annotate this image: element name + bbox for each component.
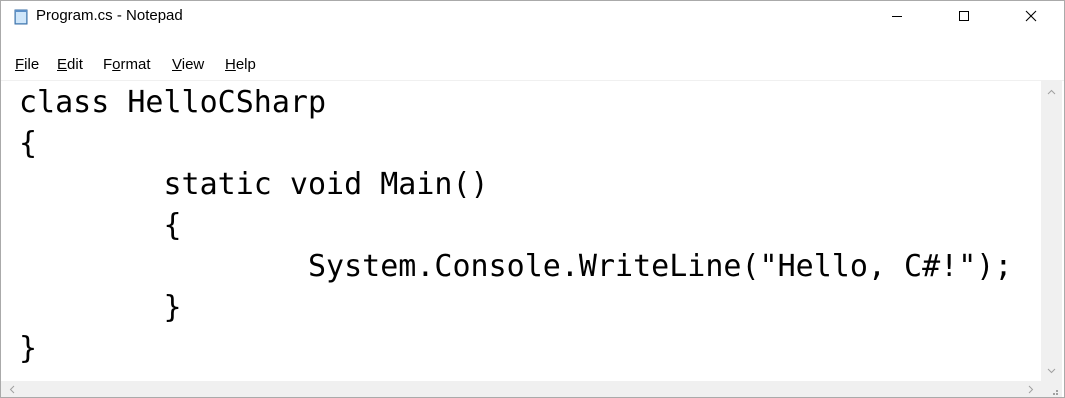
close-icon <box>1025 10 1037 22</box>
scroll-left-icon[interactable] <box>3 381 20 397</box>
maximize-button[interactable] <box>941 1 987 31</box>
notepad-window: Program.cs - Notepad File Edit Format Vi… <box>0 0 1065 398</box>
menu-edit-label: dit <box>67 56 83 73</box>
code-line: static void Main() <box>19 167 489 202</box>
code-line: System.Console.WriteLine("Hello, C#!"); <box>19 249 1013 284</box>
menu-view-accel: V <box>172 56 182 73</box>
size-grip-icon[interactable] <box>1041 381 1062 397</box>
scroll-down-icon[interactable] <box>1041 362 1062 379</box>
menu-edit-accel: E <box>57 56 68 73</box>
vertical-scrollbar[interactable] <box>1041 81 1062 381</box>
menu-edit[interactable]: Edit <box>57 56 83 73</box>
code-line: class HelloCSharp <box>19 85 327 120</box>
menu-format-label: rmat <box>120 56 151 73</box>
close-button[interactable] <box>1008 1 1054 31</box>
menu-view[interactable]: View <box>172 56 204 73</box>
code-line: } <box>19 331 38 366</box>
menu-file-label: ile <box>24 56 40 73</box>
maximize-icon <box>959 11 969 21</box>
scroll-up-icon[interactable] <box>1041 83 1062 100</box>
menu-file-accel: F <box>15 56 25 73</box>
menu-bar: File Edit Format View Help <box>1 56 1064 78</box>
scroll-right-icon[interactable] <box>1022 381 1039 397</box>
window-title: Program.cs - Notepad <box>36 7 183 24</box>
title-bar[interactable]: Program.cs - Notepad <box>1 1 1064 31</box>
menu-help-label: elp <box>235 56 256 73</box>
code-line: } <box>19 290 182 325</box>
code-line: { <box>19 208 182 243</box>
menu-format-accel: o <box>112 56 121 73</box>
text-editor-area[interactable]: class HelloCSharp { static void Main() {… <box>9 81 1039 381</box>
menu-format-prefix: F <box>103 56 113 73</box>
menu-help[interactable]: Help <box>225 56 256 73</box>
code-line: { <box>19 126 38 161</box>
menu-file[interactable]: File <box>15 56 39 73</box>
minimize-icon <box>892 16 902 17</box>
minimize-button[interactable] <box>874 1 920 31</box>
horizontal-scrollbar[interactable] <box>1 381 1041 397</box>
menu-format[interactable]: Format <box>103 56 151 73</box>
notepad-icon[interactable] <box>13 9 29 25</box>
menu-view-label: iew <box>181 56 205 73</box>
menu-help-accel: H <box>225 56 236 73</box>
